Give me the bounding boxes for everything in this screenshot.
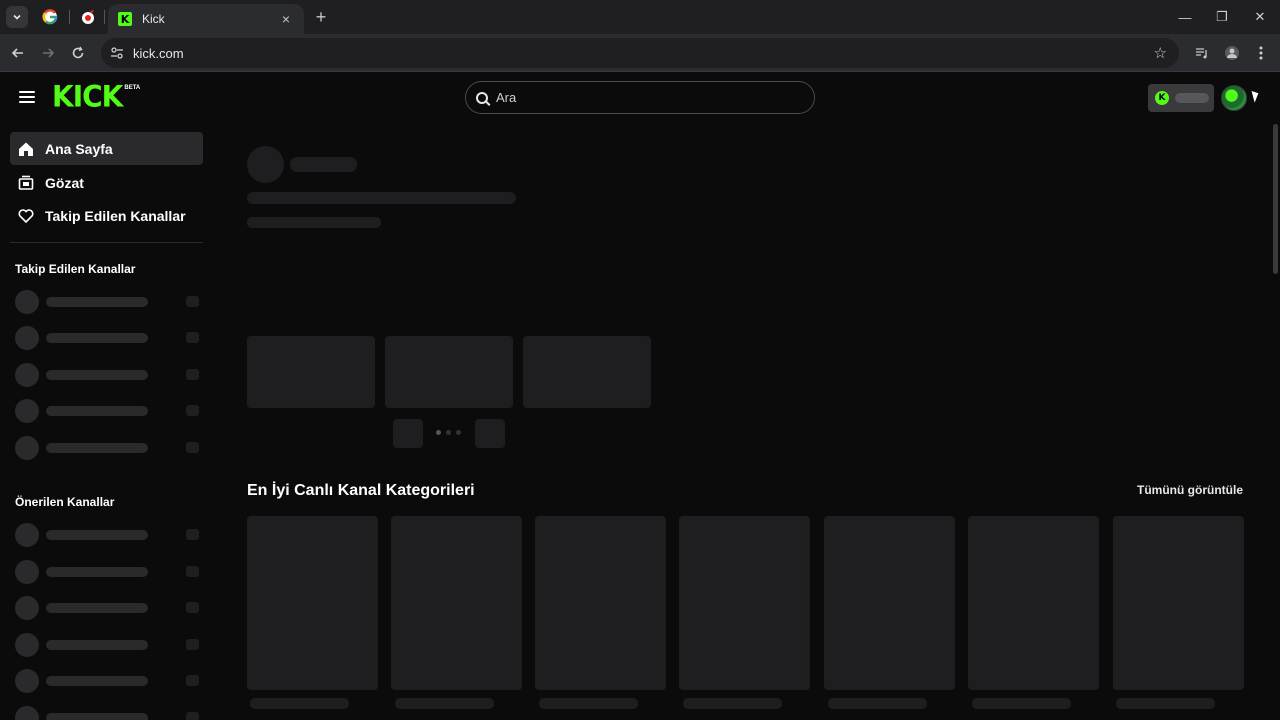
search-box[interactable] — [465, 81, 815, 114]
close-window-button[interactable]: ✕ — [1245, 6, 1275, 28]
menu-icon[interactable] — [19, 91, 35, 103]
sidebar-item-label: Gözat — [45, 174, 84, 191]
restore-button[interactable]: ❐ — [1207, 6, 1237, 28]
pinned-tab-2[interactable] — [79, 8, 97, 26]
channel-skeleton-row — [15, 706, 199, 720]
profile-extension-icon[interactable] — [1222, 43, 1242, 63]
tab-divider — [69, 10, 70, 24]
category-label-skeleton — [395, 698, 494, 709]
tab-close-button[interactable]: × — [278, 11, 294, 27]
channel-skeleton-row — [15, 633, 199, 657]
channel-skeleton-row — [15, 363, 199, 387]
points-skeleton — [1175, 93, 1209, 103]
logo-text: KICK — [52, 79, 123, 114]
kick-page: KICK BETA K Ana Sayfa Gözat Takip Edilen… — [0, 72, 1280, 720]
minimize-button[interactable]: — — [1170, 6, 1200, 28]
kick-logo[interactable]: KICK BETA — [52, 79, 141, 114]
carousel-dot[interactable] — [456, 430, 461, 435]
category-label-skeleton — [828, 698, 927, 709]
channel-skeleton-row — [15, 560, 199, 584]
heart-icon — [17, 207, 35, 225]
site-settings-icon[interactable] — [109, 45, 125, 61]
sidebar-item-label: Takip Edilen Kanallar — [45, 207, 186, 224]
beta-badge: BETA — [124, 85, 141, 91]
mouse-cursor-icon — [1251, 89, 1261, 103]
channel-skeleton-row — [15, 399, 199, 423]
back-button[interactable] — [8, 43, 28, 63]
url-text[interactable]: kick.com — [133, 46, 184, 61]
address-bar[interactable]: kick.com ☆ — [101, 38, 1179, 68]
browse-icon — [17, 174, 35, 192]
tab-title: Kick — [142, 12, 165, 26]
featured-name-skeleton — [290, 157, 357, 172]
category-card-skeleton[interactable] — [1113, 516, 1244, 690]
kick-favicon-icon: K — [118, 12, 132, 26]
browser-tab-bar: K Kick × + — ❐ ✕ — [0, 0, 1280, 34]
channel-skeleton-row — [15, 290, 199, 314]
categories-title: En İyi Canlı Kanal Kategorileri — [247, 482, 475, 499]
category-label-skeleton — [683, 698, 782, 709]
carousel-card-skeleton — [247, 336, 375, 408]
kick-points-button[interactable]: K — [1148, 84, 1214, 112]
carousel-card-skeleton — [523, 336, 651, 408]
pinned-tab-google[interactable] — [41, 8, 59, 26]
reload-button[interactable] — [68, 43, 88, 63]
sidebar-item-browse[interactable]: Gözat — [10, 166, 203, 199]
category-card-skeleton[interactable] — [535, 516, 666, 690]
tab-kick[interactable]: K Kick × — [108, 4, 304, 34]
channel-skeleton-row — [15, 596, 199, 620]
browser-toolbar: kick.com ☆ — [0, 34, 1280, 72]
sidebar-item-following[interactable]: Takip Edilen Kanallar — [10, 199, 203, 232]
channel-skeleton-row — [15, 436, 199, 460]
kick-coin-icon: K — [1155, 91, 1169, 105]
category-label-skeleton — [972, 698, 1071, 709]
new-tab-button[interactable]: + — [311, 7, 331, 27]
browser-menu-icon[interactable] — [1251, 43, 1271, 63]
arrow-right-icon — [43, 48, 55, 58]
tab-divider — [104, 10, 105, 24]
scrollbar-thumb[interactable] — [1273, 124, 1278, 274]
sidebar-item-home[interactable]: Ana Sayfa — [10, 132, 203, 165]
reload-icon — [72, 46, 84, 59]
category-card-skeleton[interactable] — [247, 516, 378, 690]
media-controls-icon[interactable] — [1192, 43, 1212, 63]
carousel-prev-button[interactable] — [393, 419, 423, 448]
tab-search-button[interactable] — [6, 6, 28, 28]
carousel-card-skeleton — [385, 336, 513, 408]
carousel-dot[interactable] — [446, 430, 451, 435]
recommended-heading: Önerilen Kanallar — [15, 495, 115, 509]
forward-button[interactable] — [38, 43, 58, 63]
view-all-link[interactable]: Tümünü görüntüle — [1137, 483, 1243, 497]
category-label-skeleton — [539, 698, 638, 709]
google-icon — [42, 9, 58, 25]
page-scrollbar[interactable] — [1270, 72, 1280, 720]
category-card-skeleton[interactable] — [968, 516, 1099, 690]
category-card-skeleton[interactable] — [824, 516, 955, 690]
bookmark-star-icon[interactable]: ☆ — [1154, 44, 1167, 62]
category-card-skeleton[interactable] — [391, 516, 522, 690]
home-icon — [17, 140, 35, 158]
chevron-down-icon — [13, 14, 21, 20]
user-avatar[interactable] — [1221, 85, 1247, 111]
channel-skeleton-row — [15, 669, 199, 693]
carousel-next-button[interactable] — [475, 419, 505, 448]
following-heading: Takip Edilen Kanallar — [15, 262, 136, 276]
sidebar-item-label: Ana Sayfa — [45, 140, 113, 157]
site-favicon-icon — [82, 10, 94, 24]
arrow-left-icon — [11, 48, 23, 58]
category-label-skeleton — [250, 698, 349, 709]
featured-avatar-skeleton — [247, 146, 284, 183]
carousel-dot[interactable] — [436, 430, 441, 435]
category-card-skeleton[interactable] — [679, 516, 810, 690]
channel-skeleton-row — [15, 326, 199, 350]
sidebar-divider — [10, 242, 203, 243]
channel-skeleton-row — [15, 523, 199, 547]
search-icon — [476, 91, 488, 104]
category-label-skeleton — [1116, 698, 1215, 709]
search-input[interactable] — [496, 90, 776, 105]
featured-meta-skeleton — [247, 217, 381, 228]
featured-title-skeleton — [247, 192, 516, 204]
